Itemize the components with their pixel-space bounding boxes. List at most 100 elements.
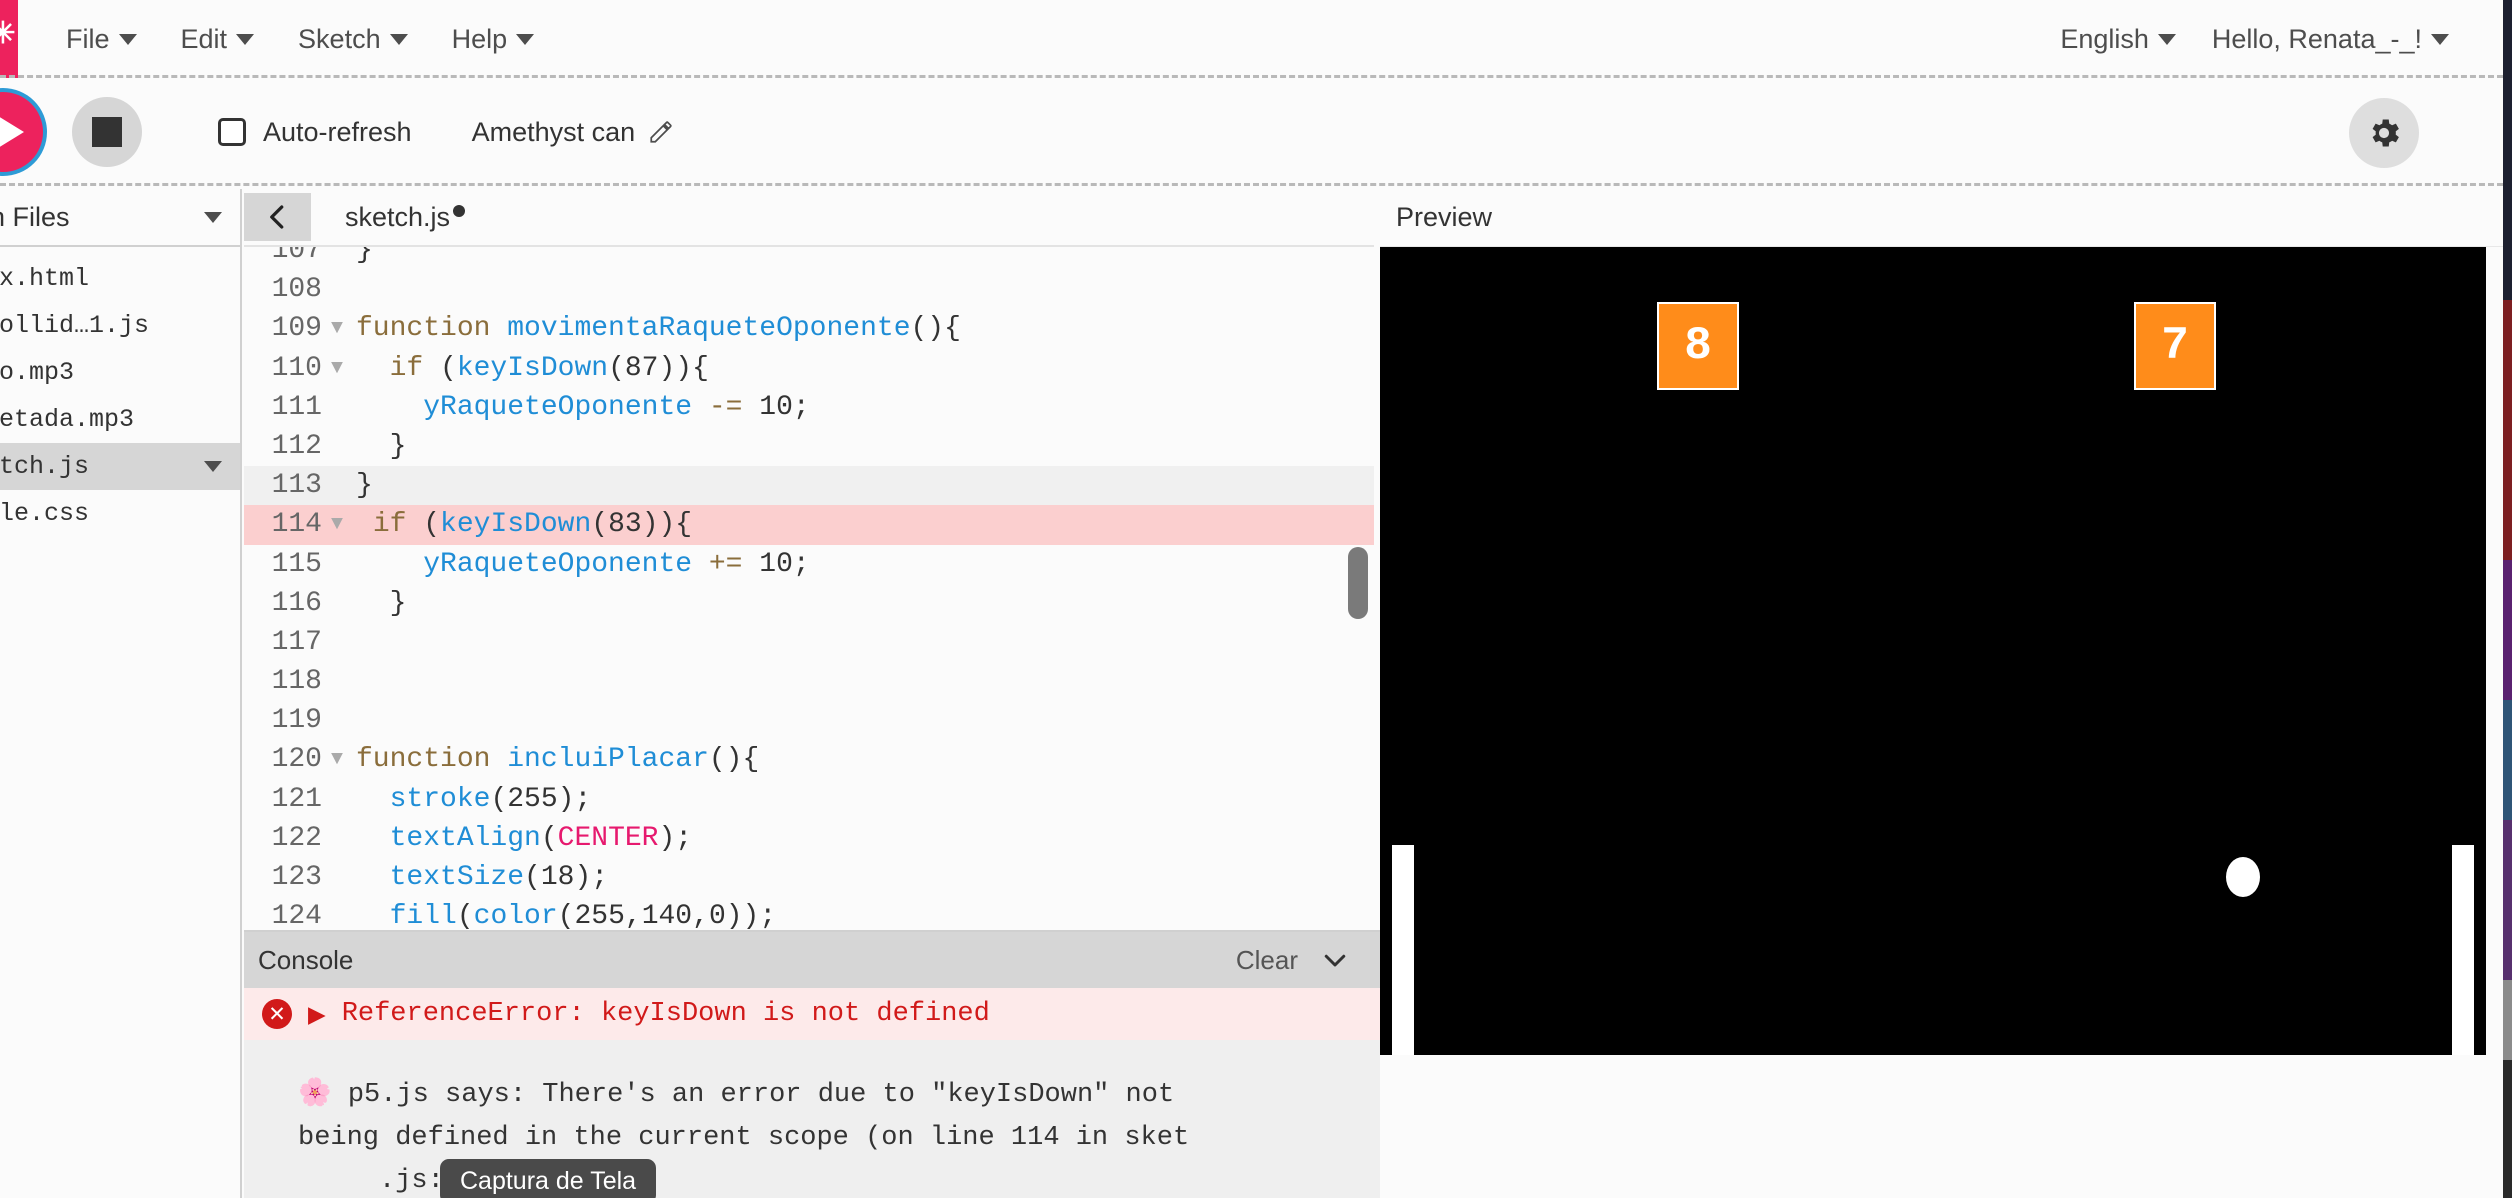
auto-refresh-toggle[interactable]: Auto-refresh	[218, 117, 412, 148]
code-line-123[interactable]: 123 textSize(18);	[244, 858, 1374, 897]
code-line-122[interactable]: 122 textAlign(CENTER);	[244, 819, 1374, 858]
code-token: (	[524, 862, 541, 893]
settings-button[interactable]	[2349, 98, 2419, 168]
code-token: (	[557, 901, 575, 933]
sketch-name-field[interactable]: Amethyst can	[472, 117, 675, 148]
code-line-115[interactable]: 115 yRaqueteOponente += 10;	[244, 545, 1374, 584]
code-token: (	[540, 822, 558, 854]
chevron-down-icon[interactable]	[1320, 945, 1350, 975]
screenshot-tooltip: Captura de Tela	[440, 1159, 657, 1198]
menu-file[interactable]: File	[44, 18, 159, 61]
file-name: sketch.js	[0, 452, 90, 481]
code-line-118[interactable]: 118	[244, 662, 1374, 701]
code-token: (	[423, 352, 457, 384]
editor-tab-label: sketch.js	[345, 201, 451, 232]
chevron-down-icon[interactable]	[204, 461, 222, 472]
code-token: }	[356, 247, 373, 266]
console-message: 🌸 p5.js says: There's an error due to "k…	[244, 1040, 1380, 1198]
code-token: 18	[540, 862, 575, 893]
line-number: 123	[271, 862, 322, 893]
code-lines[interactable]: 107} 108 109 ▼ function movimentaRaqueteOpon…	[244, 247, 1374, 936]
code-line-112[interactable]: 112 }	[244, 427, 1374, 466]
language-selector[interactable]: English	[2042, 18, 2194, 61]
menu-help[interactable]: Help	[430, 18, 557, 61]
auto-refresh-checkbox[interactable]	[218, 118, 246, 146]
file-item-index-html[interactable]: ndex.html	[0, 255, 240, 302]
unsaved-indicator-icon	[453, 204, 466, 217]
chevron-down-icon	[516, 33, 535, 45]
menu-sketch[interactable]: Sketch	[276, 18, 430, 61]
code-line-119[interactable]: 119	[244, 701, 1374, 740]
file-name: aquetada.mp3	[0, 405, 135, 434]
fold-toggle-icon[interactable]: ▼	[326, 309, 348, 348]
stop-button[interactable]	[72, 97, 142, 167]
code-token: 140	[641, 901, 693, 933]
editor-scrollbar-thumb[interactable]	[1348, 547, 1368, 619]
line-number: 114	[271, 509, 322, 541]
code-token: );	[658, 822, 693, 854]
p5-logo-icon[interactable]: ✳	[0, 0, 18, 78]
code-line-107[interactable]: 107}	[244, 247, 1374, 270]
code-token: 87	[624, 352, 659, 384]
file-item-style-css[interactable]: style.css	[0, 490, 240, 537]
expand-triangle-icon[interactable]: ▶	[308, 1001, 326, 1028]
editor-tab-sketch-js[interactable]: sketch.js	[345, 201, 466, 233]
pencil-icon[interactable]	[648, 119, 674, 145]
code-line-110[interactable]: 110 ▼ if (keyIsDown(87)){	[244, 349, 1374, 388]
code-line-114[interactable]: 114 ▼ if (keyIsDown(83)){	[244, 505, 1374, 545]
gear-icon	[2372, 119, 2399, 147]
code-token: );	[574, 862, 609, 893]
paddle-left	[1392, 845, 1414, 1055]
console-panel: Console Clear ✕ ▶ ReferenceError: keyIsD…	[244, 930, 1380, 1198]
language-label: English	[2060, 23, 2149, 54]
file-name: ndex.html	[0, 264, 90, 293]
fold-toggle-icon[interactable]: ▼	[326, 505, 348, 544]
p5-logo-glyph: ✳	[0, 17, 16, 50]
fold-toggle-icon[interactable]: ▼	[326, 349, 348, 388]
console-error-text: ReferenceError: keyIsDown is not defined	[341, 999, 990, 1029]
code-line-text: }	[348, 584, 1374, 623]
code-token: }	[356, 430, 407, 462]
code-line-108[interactable]: 108	[244, 270, 1374, 309]
fold-toggle-icon[interactable]: ▼	[326, 740, 348, 779]
code-line-text: }	[348, 427, 1374, 466]
sketch-name-label: Amethyst can	[471, 116, 636, 147]
sketch-canvas[interactable]: 8 7	[1380, 247, 2486, 1055]
play-button[interactable]	[0, 92, 43, 172]
code-line-121[interactable]: 121 stroke(255);	[244, 780, 1374, 819]
file-item-sketch-js[interactable]: sketch.js	[0, 443, 240, 490]
code-token: stroke	[389, 783, 491, 815]
console-error-row[interactable]: ✕ ▶ ReferenceError: keyIsDown is not def…	[244, 988, 1380, 1040]
play-icon	[0, 113, 24, 151]
code-line-120[interactable]: 120 ▼ function incluiPlacar(){	[244, 740, 1374, 779]
file-item-ponto-mp3[interactable]: onto.mp3	[0, 349, 240, 396]
menu-edit[interactable]: Edit	[159, 18, 277, 61]
code-line-109[interactable]: 109 ▼ function movimentaRaqueteOponente(){	[244, 309, 1374, 348]
code-line-111[interactable]: 111 yRaqueteOponente -= 10;	[244, 388, 1374, 427]
file-name: style.css	[0, 499, 90, 528]
file-item-raquetada-mp3[interactable]: aquetada.mp3	[0, 396, 240, 443]
code-token: (){	[708, 744, 760, 776]
chevron-down-icon[interactable]	[204, 211, 222, 223]
account-menu[interactable]: Hello, Renata_-_!	[2194, 18, 2467, 61]
code-line-113[interactable]: 113}	[244, 466, 1374, 506]
line-number: 113	[271, 470, 322, 502]
code-line-117[interactable]: 117	[244, 623, 1374, 662]
code-token: (	[591, 509, 609, 541]
code-token: (	[456, 901, 474, 933]
collapse-sidebar-button[interactable]	[244, 193, 311, 241]
console-clear-button[interactable]: Clear	[1236, 945, 1298, 976]
code-token: if	[372, 509, 407, 541]
code-line-text: function movimentaRaqueteOponente(){	[348, 309, 1374, 348]
code-line-text: textSize(18);	[348, 858, 1374, 897]
file-item-p5-collide[interactable]: 5.collid…1.js	[0, 302, 240, 349]
code-token: )){	[641, 509, 693, 541]
code-token: ;	[792, 548, 810, 580]
code-line-116[interactable]: 116 }	[244, 584, 1374, 623]
line-number: 118	[271, 666, 322, 698]
